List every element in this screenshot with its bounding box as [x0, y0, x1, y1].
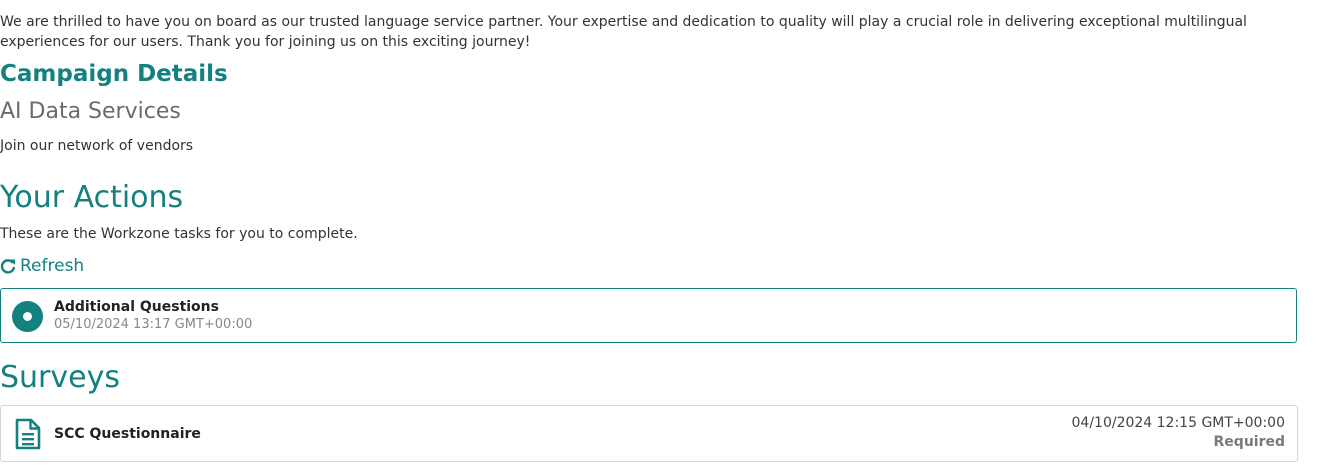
action-item-title: Additional Questions — [54, 299, 219, 315]
survey-item-scc-questionnaire[interactable]: SCC Questionnaire 04/10/2024 12:15 GMT+0… — [0, 405, 1298, 462]
radio-dot-icon — [12, 301, 43, 332]
survey-item-timestamp: 04/10/2024 12:15 GMT+00:00 — [1071, 415, 1286, 431]
refresh-button[interactable]: Refresh — [0, 254, 84, 278]
intro-text: We are thrilled to have you on board as … — [0, 14, 1247, 50]
action-item-additional-questions[interactable]: Additional Questions 05/10/2024 13:17 GM… — [0, 288, 1297, 343]
campaign-description: Join our network of vendors — [0, 138, 194, 154]
your-actions-heading: Your Actions — [0, 180, 184, 215]
surveys-heading: Surveys — [0, 360, 120, 395]
campaign-name: AI Data Services — [0, 99, 181, 124]
survey-item-status: Required — [1213, 434, 1285, 450]
refresh-label: Refresh — [20, 256, 85, 276]
action-item-timestamp: 05/10/2024 13:17 GMT+00:00 — [54, 317, 253, 332]
campaign-details-heading: Campaign Details — [0, 61, 228, 87]
refresh-icon — [0, 258, 16, 274]
document-icon — [15, 418, 41, 454]
survey-item-meta: 04/10/2024 12:15 GMT+00:00 Required — [1072, 414, 1286, 452]
actions-description: These are the Workzone tasks for you to … — [0, 226, 358, 242]
page: We are thrilled to have you on board as … — [0, 0, 1322, 474]
survey-item-title: SCC Questionnaire — [54, 426, 201, 442]
